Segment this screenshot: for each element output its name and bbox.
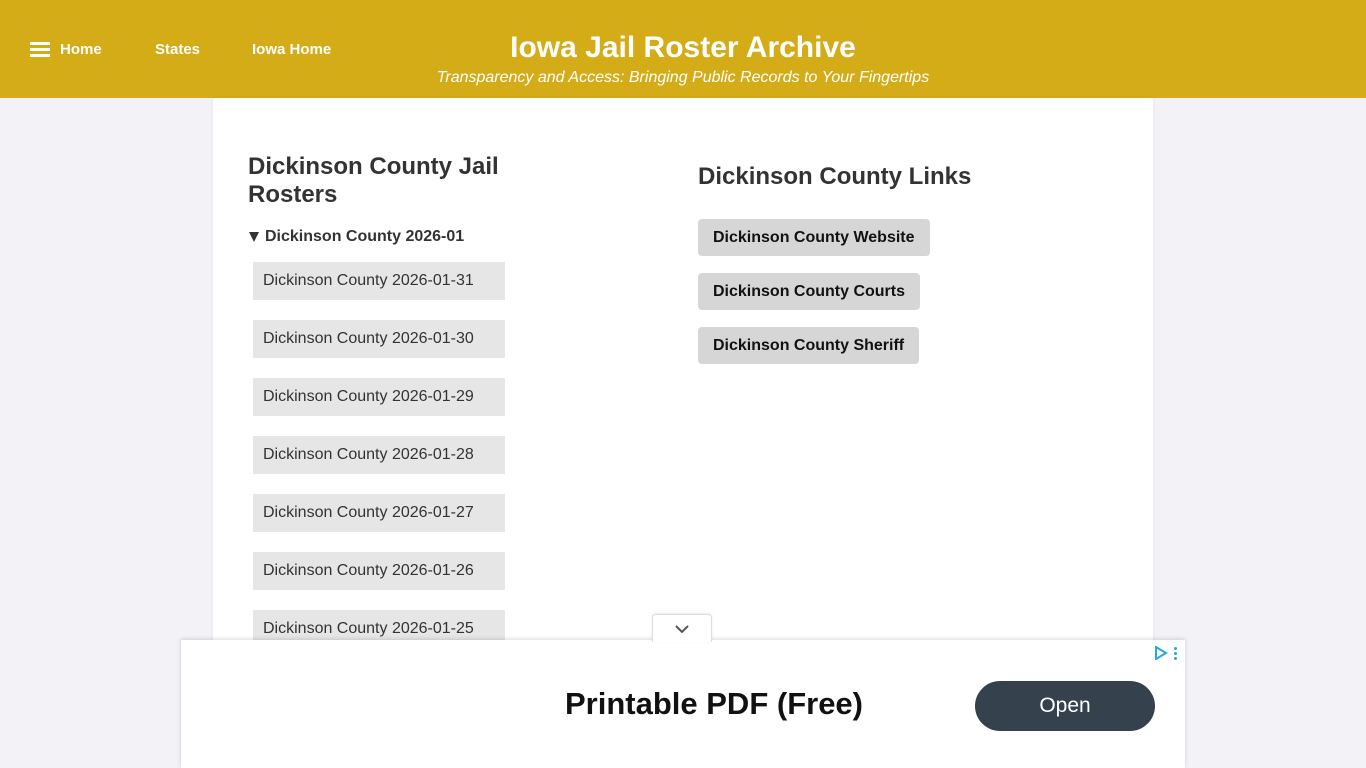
roster-list: Dickinson County 2026-01-31 Dickinson Co… [253, 262, 505, 668]
nav-home-label: Home [60, 40, 102, 58]
roster-group-toggle[interactable]: Dickinson County 2026-01 [249, 228, 464, 246]
county-website-link[interactable]: Dickinson County Website [698, 219, 930, 256]
county-sheriff-link[interactable]: Dickinson County Sheriff [698, 327, 920, 364]
county-links-list: Dickinson County Website Dickinson Count… [698, 219, 930, 381]
ad-choices-play-icon[interactable] [1154, 646, 1168, 660]
hamburger-menu-icon[interactable] [30, 42, 50, 57]
county-link-row: Dickinson County Website [698, 219, 930, 273]
county-courts-link[interactable]: Dickinson County Courts [698, 273, 921, 310]
ad-collapse-button[interactable] [652, 614, 712, 642]
roster-link[interactable]: Dickinson County 2026-01-31 [253, 262, 505, 300]
nav-home-link[interactable]: Home [30, 41, 155, 58]
nav-iowa-home-link[interactable]: Iowa Home [252, 41, 331, 58]
site-title: Iowa Jail Roster Archive [510, 31, 856, 64]
ad-banner: Printable PDF (Free) Open [181, 640, 1185, 768]
roster-link[interactable]: Dickinson County 2026-01-29 [253, 378, 505, 416]
roster-link[interactable]: Dickinson County 2026-01-27 [253, 494, 505, 532]
roster-link[interactable]: Dickinson County 2026-01-30 [253, 320, 505, 358]
chevron-down-icon [675, 624, 689, 633]
triangle-down-icon [249, 232, 259, 242]
roster-link[interactable]: Dickinson County 2026-01-28 [253, 436, 505, 474]
roster-group-label: Dickinson County 2026-01 [265, 228, 465, 245]
ad-headline[interactable]: Printable PDF (Free) [565, 686, 863, 722]
vertical-dots-icon[interactable] [1174, 646, 1177, 660]
rosters-heading: Dickinson County Jail Rosters [248, 153, 499, 208]
site-header: Home States Iowa Home Iowa Jail Roster A… [0, 0, 1366, 98]
ad-choices[interactable] [1154, 646, 1177, 660]
main-nav: Home States Iowa Home [30, 38, 331, 60]
roster-link[interactable]: Dickinson County 2026-01-26 [253, 552, 505, 590]
nav-states-link[interactable]: States [155, 41, 252, 58]
county-link-row: Dickinson County Courts [698, 273, 930, 327]
ad-open-button[interactable]: Open [975, 681, 1155, 731]
site-tagline: Transparency and Access: Bringing Public… [436, 69, 930, 86]
county-link-row: Dickinson County Sheriff [698, 327, 930, 381]
links-heading: Dickinson County Links [698, 163, 972, 190]
